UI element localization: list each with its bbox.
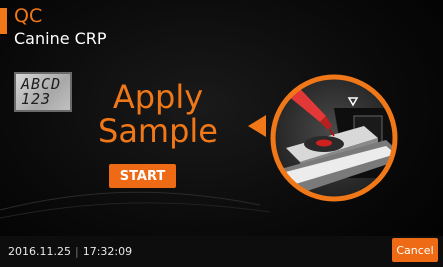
date-text: 2016.11.25 [8, 245, 71, 258]
instruction-text: Apply Sample [96, 80, 220, 148]
cancel-button[interactable]: Cancel [392, 238, 438, 262]
time-text: 17:32:09 [82, 245, 133, 258]
date-time-divider: | [74, 245, 79, 258]
sample-id-card: ABCD 123 [14, 72, 72, 112]
test-name: Canine CRP [14, 29, 107, 48]
apply-sample-pipette-illustration-icon [248, 74, 398, 202]
sample-id-line2: 123 [21, 90, 52, 108]
sample-id-text: ABCD 123 [21, 77, 61, 107]
screen: QC Canine CRP ABCD 123 Apply Sample STAR… [0, 0, 443, 267]
instruction-line1: Apply [112, 78, 204, 116]
instruction-line2: Sample [98, 112, 218, 150]
datetime-display: 2016.11.25 | 17:32:09 [8, 245, 132, 259]
start-button[interactable]: START [109, 164, 176, 188]
title-accent-bar [0, 8, 7, 34]
page-title: QC [14, 5, 43, 27]
